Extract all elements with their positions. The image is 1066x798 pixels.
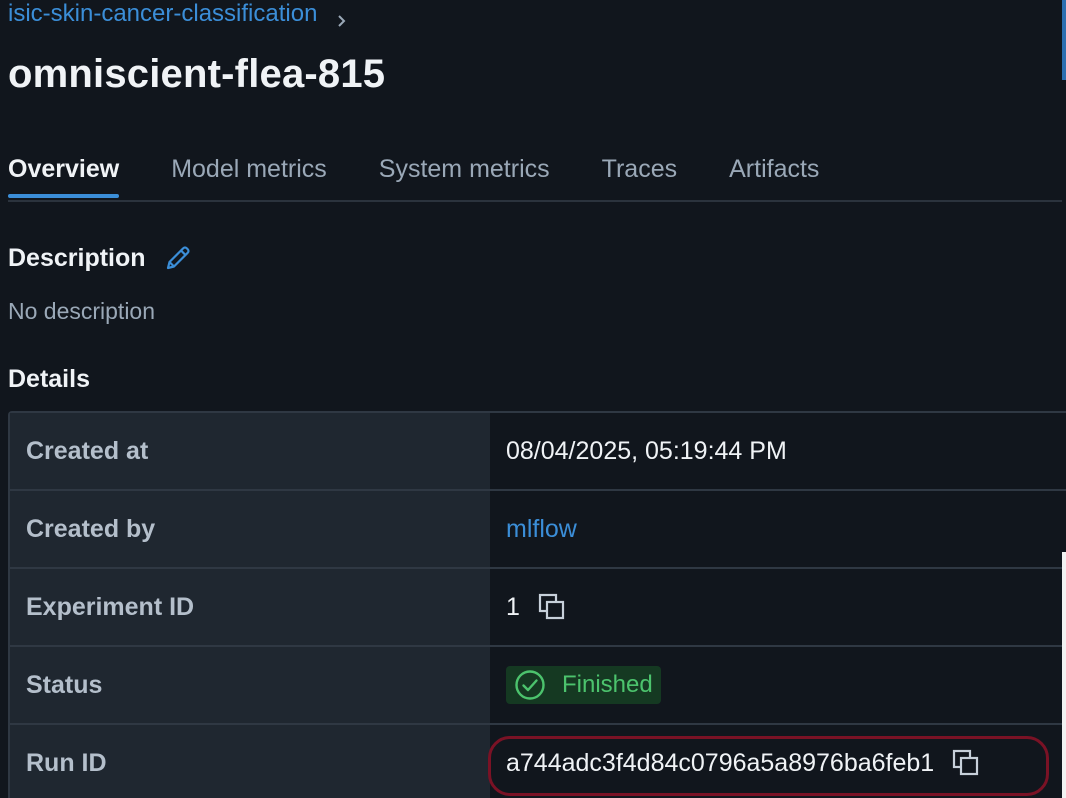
details-heading: Details — [8, 365, 90, 393]
description-text: No description — [8, 298, 156, 324]
run-id-label: Run ID — [10, 725, 490, 798]
tab-bar: Overview Model metrics System metrics Tr… — [8, 150, 1062, 202]
status-text: Finished — [562, 671, 653, 698]
description-heading: Description — [8, 243, 146, 272]
chevron-right-icon — [335, 7, 349, 27]
details-row-created-at: Created at 08/04/2025, 05:19:44 PM — [10, 413, 1066, 491]
tab-overview[interactable]: Overview — [8, 150, 120, 198]
created-at-text: 08/04/2025, 05:19:44 PM — [506, 436, 787, 465]
tab-artifacts[interactable]: Artifacts — [729, 150, 819, 195]
status-value: Finished — [490, 647, 1066, 723]
breadcrumb-experiment-link[interactable]: isic-skin-cancer-classification — [8, 0, 317, 28]
copy-icon — [953, 749, 979, 776]
created-at-label: Created at — [10, 413, 490, 489]
created-at-value: 08/04/2025, 05:19:44 PM — [490, 413, 1066, 489]
run-detail-page: isic-skin-cancer-classification omniscie… — [0, 0, 1066, 798]
run-id-text: a744adc3f4d84c0796a5a8976ba6feb1 — [506, 748, 935, 777]
pencil-icon — [166, 246, 190, 270]
details-table: Created at 08/04/2025, 05:19:44 PM Creat… — [8, 411, 1066, 798]
details-row-experiment-id: Experiment ID 1 — [10, 569, 1066, 647]
created-by-value: mlflow — [490, 491, 1066, 567]
copy-run-id-button[interactable] — [950, 747, 982, 779]
edit-description-button[interactable] — [162, 242, 194, 274]
tab-model-metrics[interactable]: Model metrics — [171, 150, 327, 195]
tab-traces[interactable]: Traces — [602, 150, 677, 195]
adjacent-window-edge — [1062, 552, 1066, 798]
experiment-id-text: 1 — [506, 592, 520, 621]
copy-experiment-id-button[interactable] — [536, 591, 568, 623]
details-row-run-id: Run ID a744adc3f4d84c0796a5a8976ba6feb1 — [10, 725, 1066, 798]
scrollbar-thumb[interactable] — [1062, 0, 1066, 80]
experiment-id-label: Experiment ID — [10, 569, 490, 645]
run-id-value: a744adc3f4d84c0796a5a8976ba6feb1 — [490, 725, 1066, 798]
copy-icon — [538, 593, 565, 620]
status-label: Status — [10, 647, 490, 723]
page-title: omniscient-flea-815 — [8, 52, 386, 96]
experiment-id-value: 1 — [490, 569, 1066, 645]
tab-system-metrics[interactable]: System metrics — [379, 150, 550, 195]
details-row-created-by: Created by mlflow — [10, 491, 1066, 569]
created-by-label: Created by — [10, 491, 490, 567]
check-circle-icon — [514, 669, 546, 701]
description-header: Description — [8, 242, 194, 274]
status-badge: Finished — [506, 666, 661, 704]
breadcrumb: isic-skin-cancer-classification — [8, 0, 349, 28]
details-row-status: Status Finished — [10, 647, 1066, 725]
created-by-user-link[interactable]: mlflow — [506, 515, 577, 544]
